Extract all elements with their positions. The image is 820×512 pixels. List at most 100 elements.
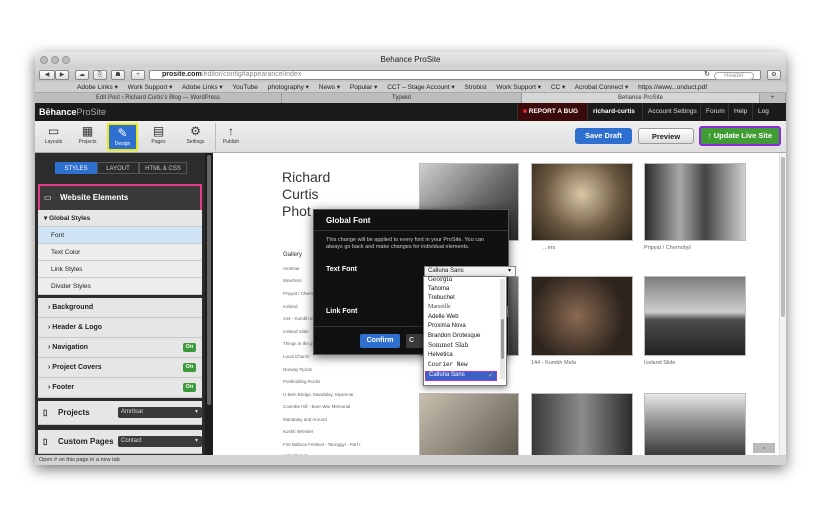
forward-icon[interactable]: ▶ xyxy=(55,70,69,80)
save-draft-button[interactable]: Save Draft xyxy=(575,128,632,144)
pages-button[interactable]: ▤ Pages xyxy=(143,123,174,151)
section-footer[interactable]: › Footer On xyxy=(38,378,202,398)
bookmark-item[interactable]: Acrobat Connect ▾ xyxy=(575,84,629,91)
bookmark-item[interactable]: https://www...onduct.pdf xyxy=(638,84,707,91)
gallery-link[interactable]: U Bein Bridge, Mandalay, Myanmar xyxy=(283,392,354,397)
project-covers-on-badge[interactable]: On xyxy=(183,363,196,372)
font-option-georgia[interactable]: Georgia xyxy=(428,276,500,283)
font-option-tahoma[interactable]: Tahoma xyxy=(428,286,500,292)
add-tab-icon[interactable]: + xyxy=(131,70,145,80)
layouts-button[interactable]: ▭ Layouts xyxy=(38,123,69,151)
font-list-scrollbar[interactable] xyxy=(500,279,505,379)
gallery-link[interactable]: Iceland xyxy=(283,304,298,309)
gallery-link[interactable]: Weezlers xyxy=(283,278,302,283)
reload-icon[interactable]: ↻ xyxy=(704,71,710,79)
cloud-icon[interactable]: ☁ xyxy=(75,70,89,80)
font-option-trebuchet[interactable]: Trebuchet xyxy=(428,295,500,301)
bookmark-item[interactable]: CC ▾ xyxy=(551,84,565,91)
project-cover-photo[interactable] xyxy=(531,393,633,458)
minimize-window-button[interactable] xyxy=(51,56,59,64)
section-header-logo[interactable]: › Header & Logo xyxy=(38,318,202,338)
bookmark-item[interactable]: Work Support ▾ xyxy=(496,84,541,91)
new-tab-icon[interactable]: + xyxy=(760,93,786,103)
page-scrollbar[interactable] xyxy=(779,153,786,458)
confirm-button[interactable]: Confirm xyxy=(360,334,400,348)
sidebar-scrollbar[interactable] xyxy=(205,153,213,458)
reader-button[interactable]: Reader xyxy=(714,72,754,80)
project-cover-photo[interactable] xyxy=(531,163,633,241)
project-cover-photo[interactable] xyxy=(644,393,746,458)
gallery-link[interactable]: Kushti Wrestler xyxy=(283,429,313,434)
report-bug-link[interactable]: ■ REPORT A BUG xyxy=(517,103,587,121)
style-item-divider-styles[interactable]: Divider Styles xyxy=(38,278,202,295)
project-cover-photo[interactable] xyxy=(531,276,633,356)
section-background[interactable]: › Background xyxy=(38,298,202,318)
bookmark-item[interactable]: CCT – Stage Account ▾ xyxy=(387,84,454,91)
zoom-window-button[interactable] xyxy=(62,56,70,64)
extensions-icon[interactable]: ☗ xyxy=(111,70,125,80)
forum-link[interactable]: Forum xyxy=(700,103,730,121)
font-option-courier-new[interactable]: Courier New xyxy=(428,361,500,368)
font-option-calluna-sans[interactable]: Calluna Sans ✓ xyxy=(425,371,497,381)
gallery-link[interactable]: Norway Fjords xyxy=(283,367,312,372)
gallery-link[interactable]: Local Church xyxy=(283,354,310,359)
section-navigation[interactable]: › Navigation On xyxy=(38,338,202,358)
back-icon[interactable]: ◀ xyxy=(39,70,55,80)
share-icon[interactable]: ⎘ xyxy=(93,70,107,80)
project-cover-photo[interactable] xyxy=(644,276,746,356)
gallery-link[interactable]: Amritsar xyxy=(283,266,300,271)
tab-behance[interactable]: Behance ProSite xyxy=(522,93,760,103)
update-live-site-button[interactable]: ↑ Update Live Site xyxy=(699,126,781,146)
bookmark-item[interactable]: News ▾ xyxy=(319,84,340,91)
font-option-adelle-web[interactable]: Adelle Web xyxy=(428,314,500,320)
bookmark-item[interactable]: Adobe Links ▾ xyxy=(182,84,223,91)
style-item-link-styles[interactable]: Link Styles xyxy=(38,261,202,278)
navigation-on-badge[interactable]: On xyxy=(183,343,196,352)
behance-logo[interactable]: BēhanceProSite xyxy=(39,107,106,117)
global-styles-header[interactable]: ▾ Global Styles xyxy=(38,210,202,227)
projects-select[interactable]: Amritsar ▾ xyxy=(118,407,202,418)
font-option-helvetica[interactable]: Helvetica xyxy=(428,352,500,358)
settings-button[interactable]: ⚙ Settings xyxy=(180,123,211,151)
footer-on-badge[interactable]: On xyxy=(183,383,196,392)
bookmark-item[interactable]: Popular ▾ xyxy=(350,84,377,91)
account-settings-link[interactable]: Account Settings xyxy=(642,103,702,121)
logout-link[interactable]: Log Out xyxy=(752,103,786,133)
gallery-link[interactable]: Fire Balloon Festival - Taunggyi - Part … xyxy=(283,442,360,447)
tab-layout[interactable]: LAYOUT xyxy=(97,162,139,174)
bookmark-item[interactable]: photography ▾ xyxy=(268,84,309,91)
font-option-proxima-nova[interactable]: Proxima Nova xyxy=(428,323,500,329)
tab-wordpress[interactable]: Edit Post ‹ Richard Curtis's Blog — Word… xyxy=(35,93,282,103)
tab-typekit[interactable]: Typekit xyxy=(282,93,522,103)
settings-icon[interactable]: ⚙ xyxy=(767,70,781,80)
project-cover-photo[interactable] xyxy=(419,393,519,458)
font-option-brandon-grotesque[interactable]: Brandon Grotesque xyxy=(428,333,500,339)
user-menu[interactable]: richard-curtis xyxy=(587,103,640,121)
gallery-link[interactable]: Coombe Hill - Boer War Memorial xyxy=(283,404,350,409)
url-field[interactable]: prosite.com/editor/config#appearance/ind… xyxy=(149,70,761,80)
tab-html-css[interactable]: HTML & CSS xyxy=(139,162,187,174)
custom-pages-select[interactable]: Contact ▾ xyxy=(118,436,202,447)
style-item-text-color[interactable]: Text Color xyxy=(38,244,202,261)
gallery-link[interactable]: Things in the p... xyxy=(283,341,316,346)
section-project-covers[interactable]: › Project Covers On xyxy=(38,358,202,378)
help-link[interactable]: Help xyxy=(728,103,752,121)
font-option-sommet-slab[interactable]: Sommet Slab xyxy=(428,342,500,349)
design-button[interactable]: ✎ Design xyxy=(107,123,138,151)
project-cover-photo[interactable] xyxy=(644,163,746,241)
publish-button[interactable]: ↑ Publish xyxy=(215,123,246,151)
gallery-link[interactable]: Iceland Slide xyxy=(283,329,309,334)
bookmark-item[interactable]: Work Support ▾ xyxy=(128,84,173,91)
projects-button[interactable]: ▦ Projects xyxy=(72,123,103,151)
font-option-marseille[interactable]: Marseille xyxy=(428,304,500,310)
website-elements-header[interactable]: ▭ Website Elements xyxy=(40,186,200,210)
bookmark-item[interactable]: Strobist xyxy=(464,84,486,91)
preview-button[interactable]: Preview xyxy=(638,128,694,144)
bookmark-item[interactable]: YouTube xyxy=(232,84,258,91)
gallery-link[interactable]: Mandalay and Around xyxy=(283,417,327,422)
bookmark-item[interactable]: Adobe Links ▾ xyxy=(77,84,118,91)
gallery-link[interactable]: Postholding Rocks xyxy=(283,379,320,384)
tab-styles[interactable]: STYLES xyxy=(55,162,97,174)
style-item-font[interactable]: Font xyxy=(38,227,202,244)
close-window-button[interactable] xyxy=(40,56,48,64)
